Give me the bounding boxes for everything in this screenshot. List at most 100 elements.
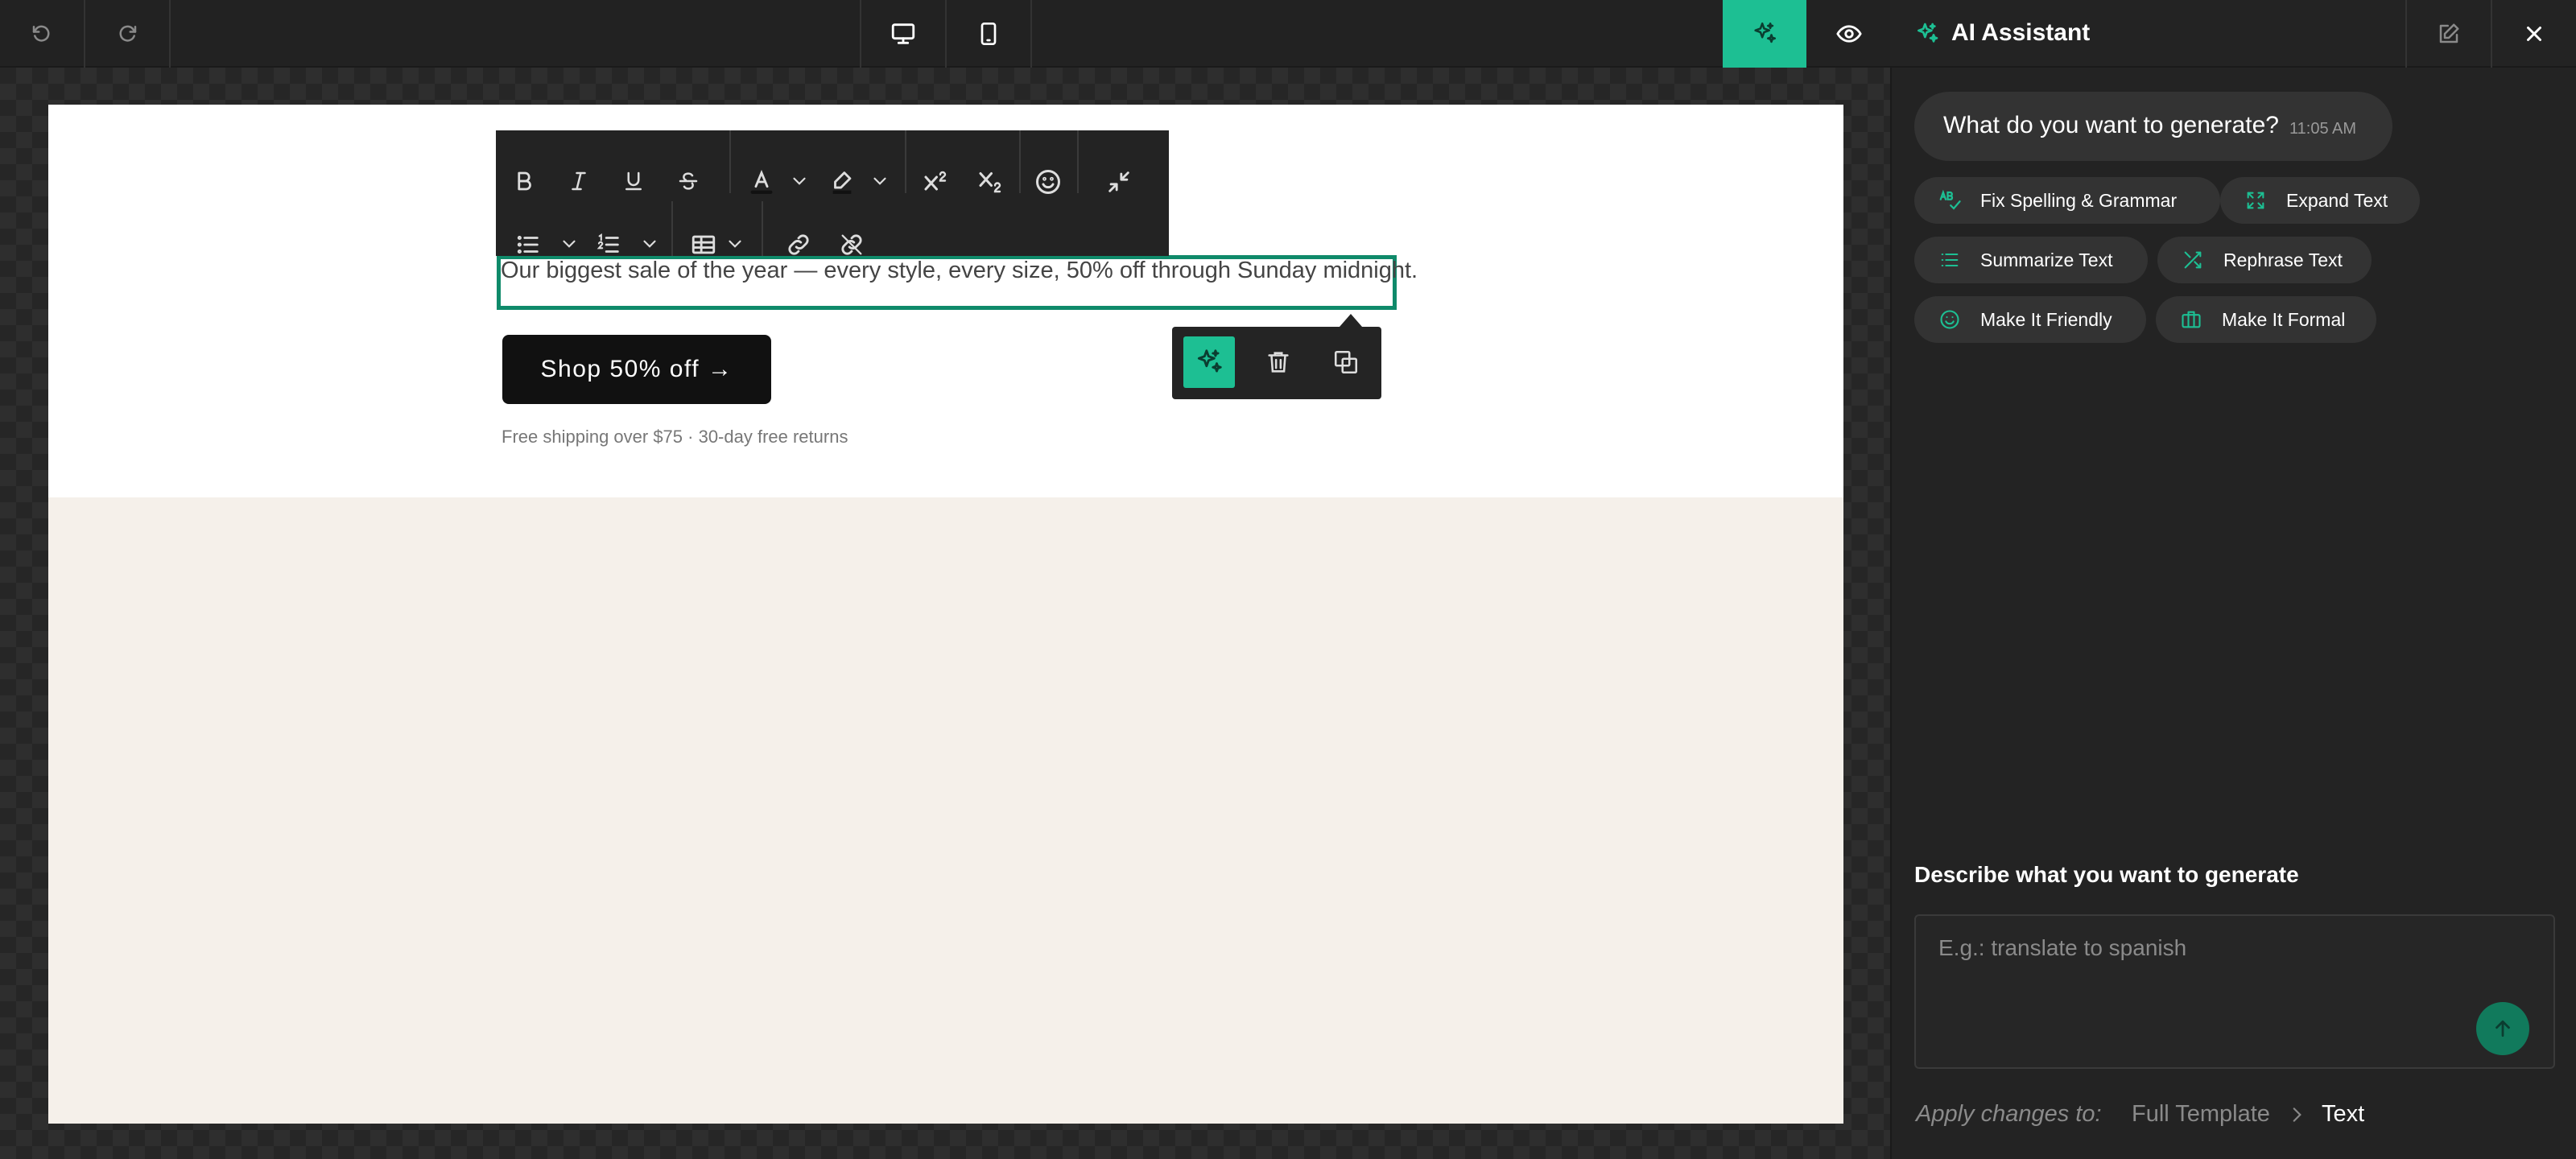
- duplicate-block-button[interactable]: [1320, 336, 1372, 388]
- strikethrough-icon: [676, 169, 700, 193]
- emoji-button[interactable]: [1032, 166, 1064, 198]
- desktop-icon: [890, 20, 917, 47]
- sparkle-icon: [1751, 20, 1778, 47]
- spellcheck-icon: [1934, 188, 1966, 212]
- numbered-list-button[interactable]: [592, 229, 625, 261]
- superscript-button[interactable]: [919, 166, 952, 198]
- sparkle-icon: [1914, 21, 1940, 47]
- underline-button[interactable]: [620, 167, 647, 195]
- duplicate-icon: [1332, 349, 1360, 376]
- ai-assistant-toggle[interactable]: [1723, 0, 1806, 68]
- ai-rewrite-block-button[interactable]: [1183, 336, 1235, 388]
- new-chat-button[interactable]: [2407, 0, 2491, 68]
- collapse-icon: [1105, 168, 1133, 196]
- make-formal-chip[interactable]: Make It Formal: [2156, 296, 2376, 343]
- bullet-list-dropdown[interactable]: [557, 232, 581, 256]
- desktop-view-button[interactable]: [861, 0, 945, 68]
- toolbar-divider: [1019, 130, 1021, 193]
- smile-icon: [1934, 308, 1966, 331]
- rich-text-toolbar: [496, 130, 1169, 256]
- eye-icon: [1835, 20, 1863, 47]
- bullet-list-button[interactable]: [512, 229, 544, 261]
- font-color-icon: [748, 168, 775, 196]
- undo-button[interactable]: [0, 0, 84, 68]
- bold-icon: [512, 169, 536, 193]
- close-panel-button[interactable]: [2492, 0, 2576, 68]
- font-color-dropdown[interactable]: [787, 169, 811, 193]
- prompt-input[interactable]: [1914, 914, 2555, 1069]
- superscript-icon: [921, 167, 950, 196]
- make-friendly-chip[interactable]: Make It Friendly: [1914, 296, 2146, 343]
- delete-block-button[interactable]: [1253, 336, 1304, 388]
- subscript-button[interactable]: [974, 166, 1006, 198]
- numbered-list-dropdown[interactable]: [638, 232, 662, 256]
- link-icon: [785, 231, 812, 258]
- italic-button[interactable]: [565, 167, 592, 195]
- bullet-list-icon: [514, 231, 542, 258]
- redo-button[interactable]: [85, 0, 169, 68]
- list-icon: [1934, 249, 1966, 271]
- chevron-down-icon: [724, 233, 745, 254]
- chevron-right-icon: [2286, 1104, 2307, 1125]
- toolbar-divider: [729, 130, 731, 193]
- arrow-up-icon: [2491, 1017, 2515, 1041]
- chevron-down-icon: [559, 233, 580, 254]
- undo-icon: [30, 22, 54, 46]
- expand-text-chip[interactable]: Expand Text: [2220, 177, 2420, 224]
- numbered-list-icon: [595, 231, 622, 258]
- unlink-button[interactable]: [836, 229, 868, 261]
- summarize-text-chip[interactable]: Summarize Text: [1914, 237, 2148, 283]
- send-button[interactable]: [2476, 1002, 2529, 1055]
- mobile-view-button[interactable]: [947, 0, 1030, 68]
- bold-button[interactable]: [510, 167, 538, 195]
- toolbar-divider: [169, 0, 171, 68]
- table-icon: [689, 231, 718, 258]
- sparkle-icon: [1194, 347, 1224, 377]
- shuffle-icon: [2177, 249, 2209, 271]
- collapse-toolbar-button[interactable]: [1103, 166, 1135, 198]
- toolbar-divider: [1030, 0, 1032, 68]
- redo-icon: [115, 22, 139, 46]
- expand-icon: [2240, 189, 2272, 212]
- assistant-message-text: What do you want to generate?: [1943, 112, 2279, 138]
- apply-option-full-template[interactable]: Full Template: [2132, 1101, 2270, 1128]
- strikethrough-button[interactable]: [675, 167, 702, 195]
- chip-label: Make It Formal: [2222, 308, 2346, 330]
- rephrase-text-chip[interactable]: Rephrase Text: [2157, 237, 2372, 283]
- italic-icon: [567, 169, 591, 193]
- font-color-button[interactable]: [745, 166, 778, 198]
- chevron-down-icon: [789, 171, 810, 192]
- email-body-text[interactable]: Our biggest sale of the year — every sty…: [501, 256, 1418, 285]
- highlight-button[interactable]: [826, 166, 858, 198]
- toolbar-divider: [1077, 130, 1079, 193]
- chip-label: Summarize Text: [1980, 249, 2113, 270]
- emoji-icon: [1034, 167, 1063, 196]
- briefcase-icon: [2175, 308, 2207, 331]
- message-timestamp: 11:05 AM: [2289, 120, 2357, 138]
- toolbar-divider: [671, 201, 673, 256]
- subscript-icon: [976, 167, 1005, 196]
- underline-icon: [621, 169, 646, 193]
- close-icon: [2522, 22, 2546, 46]
- highlight-icon: [828, 168, 856, 196]
- email-content-section[interactable]: [48, 497, 1843, 1124]
- assistant-message: What do you want to generate? 11:05 AM: [1914, 92, 2392, 161]
- chevron-down-icon: [869, 171, 890, 192]
- email-fine-print[interactable]: Free shipping over $75 · 30-day free ret…: [502, 427, 848, 448]
- panel-title: AI Assistant: [1951, 19, 2091, 46]
- chevron-down-icon: [639, 233, 660, 254]
- describe-label: Describe what you want to generate: [1914, 862, 2299, 887]
- block-menu-pointer: [1340, 314, 1362, 327]
- shop-cta-button[interactable]: Shop 50% off →: [502, 335, 771, 404]
- table-dropdown[interactable]: [723, 232, 747, 256]
- preview-button[interactable]: [1808, 0, 1890, 68]
- apply-option-text[interactable]: Text: [2322, 1101, 2364, 1128]
- apply-changes-label: Apply changes to:: [1916, 1101, 2102, 1127]
- highlight-dropdown[interactable]: [868, 169, 892, 193]
- fix-spelling-chip[interactable]: Fix Spelling & Grammar: [1914, 177, 2220, 224]
- toolbar-divider: [905, 130, 906, 193]
- link-button[interactable]: [782, 229, 815, 261]
- chip-label: Expand Text: [2286, 189, 2388, 211]
- unlink-icon: [838, 231, 865, 258]
- table-button[interactable]: [686, 229, 721, 261]
